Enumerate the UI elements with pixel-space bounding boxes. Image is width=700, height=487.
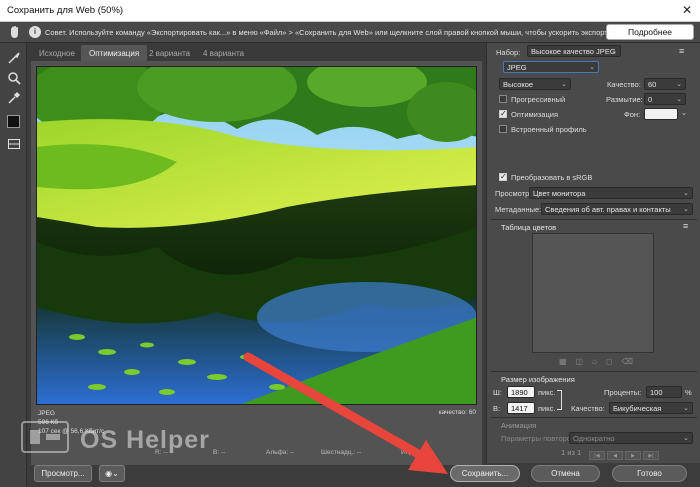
chevron-down-icon: ⌄ [676, 96, 682, 103]
slice-select-icon[interactable] [7, 51, 21, 65]
resample-label: Качество: [571, 404, 605, 413]
preset-select[interactable]: Высокое качество JPEG ⌄ [527, 45, 621, 57]
tab-2-up[interactable]: 2 варианта [141, 45, 198, 61]
resample-select[interactable]: Бикубическая ⌄ [609, 402, 693, 414]
status-index: Индекс: -- [401, 449, 431, 456]
chevron-down-icon[interactable]: ⌄ [681, 109, 687, 117]
settings-panel: Набор: Высокое качество JPEG ⌄ ≡ JPEG ⌄ Вы… [486, 43, 700, 463]
watermark: OS Helper [20, 420, 250, 460]
tab-original[interactable]: Исходное [31, 45, 83, 61]
preview-canvas[interactable]: JPEG 596 Кб 107 сек @ 56,6 Кбит/с качест… [31, 61, 482, 465]
play-icon[interactable]: ▶ [625, 451, 641, 460]
percent-label: Проценты: [604, 388, 642, 397]
first-frame-icon[interactable]: |◀ [589, 451, 605, 460]
quality-label: Качество: [607, 80, 641, 89]
image-size-title: Размер изображения [501, 375, 575, 384]
color-table-title: Таблица цветов [501, 223, 557, 232]
window-title: Сохранить для Web (50%) [7, 5, 124, 16]
width-unit: пикс. [538, 388, 556, 397]
chevron-down-icon: ⌄ [683, 405, 689, 412]
chevron-down-icon: ⌄ [589, 64, 595, 71]
loop-label: Параметры повторов: [501, 434, 578, 443]
optimized-checkbox[interactable] [499, 109, 507, 118]
save-button[interactable]: Сохранить... [450, 465, 520, 482]
divider [491, 371, 697, 372]
next-frame-icon[interactable]: ▶| [643, 451, 659, 460]
hand-tool-icon[interactable] [8, 25, 22, 39]
chevron-down-icon: ⌄ [611, 48, 617, 55]
progressive-label: Прогрессивный [511, 95, 566, 104]
color-table [532, 233, 654, 353]
format-select[interactable]: JPEG ⌄ [503, 61, 599, 73]
view-tabs: Исходное Оптимизация 2 варианта 4 вариан… [27, 43, 485, 61]
landscape-photo [36, 66, 477, 405]
preset-label: Набор: [496, 48, 521, 57]
image-format: JPEG [38, 410, 55, 417]
status-alpha: Альфа: -- [266, 449, 295, 456]
divider [491, 417, 697, 418]
eyedropper-icon[interactable] [7, 91, 21, 105]
hint-text: Совет. Используйте команду «Экспортирова… [45, 28, 642, 37]
chevron-down-icon: ⌄ [112, 469, 119, 478]
close-icon[interactable]: ✕ [682, 3, 692, 17]
metadata-select[interactable]: Сведения об авт. правах и контакты ⌄ [541, 203, 693, 215]
width-input[interactable]: 1890 [507, 386, 535, 398]
done-button[interactable]: Готово [612, 465, 687, 482]
embed-profile-label: Встроенный профиль [511, 125, 587, 134]
eyedropper-color-swatch[interactable] [7, 115, 20, 128]
convert-srgb-checkbox[interactable] [499, 172, 507, 181]
chevron-down-icon: ⌄ [683, 206, 689, 213]
loop-select[interactable]: Однократно ⌄ [569, 432, 693, 444]
height-input[interactable]: 1417 [507, 402, 535, 414]
quality-input[interactable]: 60 ⌄ [644, 78, 686, 90]
convert-srgb-label: Преобразовать в sRGB [511, 173, 593, 182]
animation-controls: |◀ ◀ ▶ ▶| [589, 450, 661, 460]
percent-sign: % [685, 388, 692, 397]
animation-title: Анимация [501, 421, 537, 430]
chevron-down-icon: ⌄ [676, 81, 682, 88]
chevron-down-icon: ⌄ [683, 435, 689, 442]
tab-optimized[interactable]: Оптимизация [81, 45, 148, 61]
zoom-icon[interactable] [7, 71, 21, 85]
more-info-button[interactable]: Подробнее [606, 24, 694, 40]
preview-label: Просмотр: [495, 189, 532, 198]
matte-label: Фон: [624, 110, 641, 119]
link-proportions-icon[interactable] [557, 390, 562, 410]
matte-swatch[interactable] [644, 108, 678, 120]
color-table-actions-icon[interactable]: ▦◫⌂◻⌫ [559, 357, 649, 367]
chevron-down-icon: ⌄ [683, 190, 689, 197]
chevron-down-icon: ⌄ [561, 81, 567, 88]
watermark-logo-icon [21, 421, 69, 453]
toggle-slices-icon[interactable] [7, 137, 21, 151]
blur-input[interactable]: 0 ⌄ [644, 93, 686, 105]
title-bar: Сохранить для Web (50%) ✕ [0, 0, 700, 22]
embed-profile-checkbox[interactable] [499, 125, 507, 133]
width-label: Ш: [493, 388, 502, 397]
cancel-button[interactable]: Отмена [531, 465, 600, 482]
quality-readout: качество: 60 [438, 409, 476, 416]
blur-label: Размытие: [606, 95, 643, 104]
info-icon: i [29, 26, 41, 38]
divider [491, 219, 697, 220]
compression-select[interactable]: Высокое ⌄ [499, 78, 571, 90]
progressive-checkbox[interactable] [499, 95, 507, 103]
tab-4-up[interactable]: 4 варианта [195, 45, 252, 61]
panel-menu-icon[interactable]: ≡ [679, 46, 684, 56]
frame-counter: 1 из 1 [561, 448, 582, 457]
prev-frame-icon[interactable]: ◀ [607, 451, 623, 460]
browser-select-button[interactable]: ◉⌄ [99, 465, 125, 482]
percent-input[interactable]: 100 [646, 386, 682, 398]
status-hex: Шестнадц.: -- [321, 449, 362, 456]
preview-select[interactable]: Цвет монитора ⌄ [529, 187, 693, 199]
hint-bar: i Совет. Используйте команду «Экспортиро… [0, 22, 700, 43]
metadata-label: Метаданные: [495, 205, 542, 214]
height-label: В: [493, 404, 501, 413]
watermark-text: OS Helper [80, 426, 210, 454]
optimized-label: Оптимизация [511, 110, 559, 119]
preview-in-browser-button[interactable]: Просмотр... [34, 465, 92, 482]
color-table-menu-icon[interactable]: ≡ [683, 221, 688, 231]
height-unit: пикс. [538, 404, 556, 413]
